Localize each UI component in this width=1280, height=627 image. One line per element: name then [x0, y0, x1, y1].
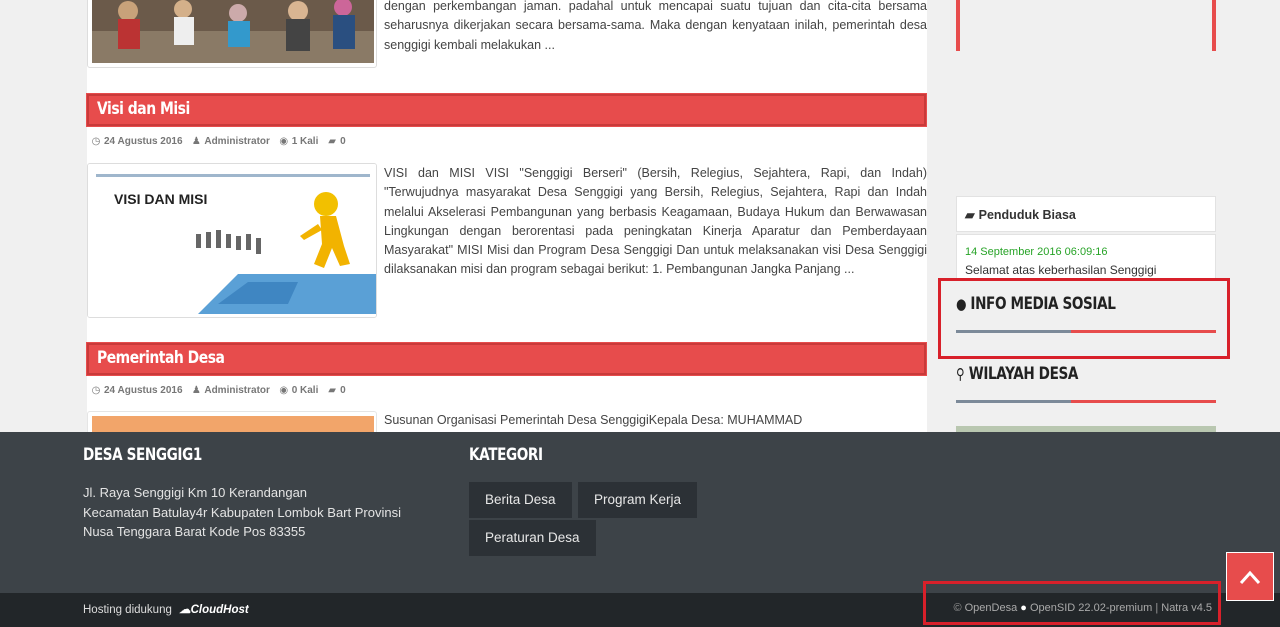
article-comments[interactable]: 0 [340, 136, 346, 147]
comment-icon: ▰ [328, 136, 336, 147]
cloudhost-logo[interactable]: ☁CloudHost [179, 604, 249, 616]
eye-icon: ◉ [279, 136, 289, 147]
penduduk-widget-body: 14 September 2016 06:09:16 Selamat atas … [956, 234, 1216, 280]
comment-icon: ▰ [965, 208, 975, 222]
penduduk-date: 14 September 2016 06:09:16 [965, 246, 1108, 258]
thumbnail-caption: VISI DAN MISI [114, 191, 207, 207]
penduduk-title: Penduduk Biasa [978, 208, 1076, 222]
wilayah-title: WILAYAH DESA [968, 364, 1079, 384]
footer-kategori-title: KATEGORI [469, 445, 543, 465]
hosting-credit: Hosting didukung ☁CloudHost [83, 602, 249, 616]
comment-icon: ▰ [328, 385, 336, 396]
article-excerpt: VISI dan MISI VISI "Senggigi Berseri" (B… [384, 166, 927, 277]
chevron-up-icon [1239, 570, 1261, 585]
article-meta: ◷ 24 Agustus 2016 ♟ Administrator ◉ 0 Kali … [91, 385, 352, 396]
footer-address: Jl. Raya Senggigi Km 10 Kerandangan Keca… [83, 483, 423, 542]
wilayah-divider [956, 400, 1216, 403]
sidebar-widget-border [1212, 0, 1216, 51]
category-peraturan-desa[interactable]: Peraturan Desa [469, 520, 596, 556]
hosting-label: Hosting didukung [83, 604, 172, 616]
article-views: 0 Kali [291, 385, 319, 396]
address-line: Jl. Raya Senggigi Km 10 Kerandangan [83, 485, 308, 500]
clock-icon: ◷ [91, 385, 101, 396]
cloud-icon: ☁ [179, 604, 191, 616]
highlight-box [938, 278, 1230, 359]
article-title[interactable]: Visi dan Misi [97, 99, 190, 119]
address-line: Nusa Tenggara Barat Kode Pos 83355 [83, 524, 306, 539]
map-marker-icon: ⚲ [956, 365, 965, 383]
article-photo [92, 0, 374, 63]
article-author[interactable]: Administrator [204, 385, 270, 396]
main-content: dengan perkembangan jaman. padahal untuk… [86, 0, 927, 441]
highlight-box [923, 581, 1221, 625]
article-thumbnail[interactable]: VISI DAN MISI [87, 163, 377, 318]
article-title-bar[interactable]: Pemerintah Desa [86, 342, 927, 376]
footer-site-title: DESA SENGGIG1 [83, 445, 202, 465]
penduduk-widget-header[interactable]: ▰ Penduduk Biasa [956, 196, 1216, 232]
category-berita-desa[interactable]: Berita Desa [469, 482, 572, 518]
scroll-top-button[interactable] [1226, 552, 1274, 601]
penduduk-text[interactable]: Selamat atas keberhasilan Senggigi [965, 263, 1156, 277]
category-program-kerja[interactable]: Program Kerja [578, 482, 698, 518]
article-excerpt: dengan perkembangan jaman. padahal untuk… [384, 0, 927, 52]
wilayah-heading: ⚲ WILAYAH DESA [956, 364, 1078, 384]
article-views: 1 Kali [291, 136, 319, 147]
article-author[interactable]: Administrator [204, 136, 270, 147]
eye-icon: ◉ [279, 385, 289, 396]
article-thumbnail[interactable] [87, 0, 377, 68]
user-icon: ♟ [191, 136, 201, 147]
article-title-bar[interactable]: Visi dan Misi [86, 93, 927, 127]
article-date: 24 Agustus 2016 [104, 385, 183, 396]
article-title[interactable]: Pemerintah Desa [97, 348, 225, 368]
article-meta: ◷ 24 Agustus 2016 ♟ Administrator ◉ 1 Kali … [91, 136, 352, 147]
user-icon: ♟ [191, 385, 201, 396]
clock-icon: ◷ [91, 136, 101, 147]
article-excerpt: Susunan Organisasi Pemerintah Desa Sengg… [384, 413, 803, 427]
sidebar-widget-border [956, 0, 960, 51]
address-line: Kecamatan Batulay4r Kabupaten Lombok Bar… [83, 504, 401, 520]
footer: DESA SENGGIG1 Jl. Raya Senggigi Km 10 Ke… [0, 432, 1280, 593]
article-comments[interactable]: 0 [340, 385, 346, 396]
article-date: 24 Agustus 2016 [104, 136, 183, 147]
visi-misi-illustration: VISI DAN MISI [88, 164, 376, 317]
